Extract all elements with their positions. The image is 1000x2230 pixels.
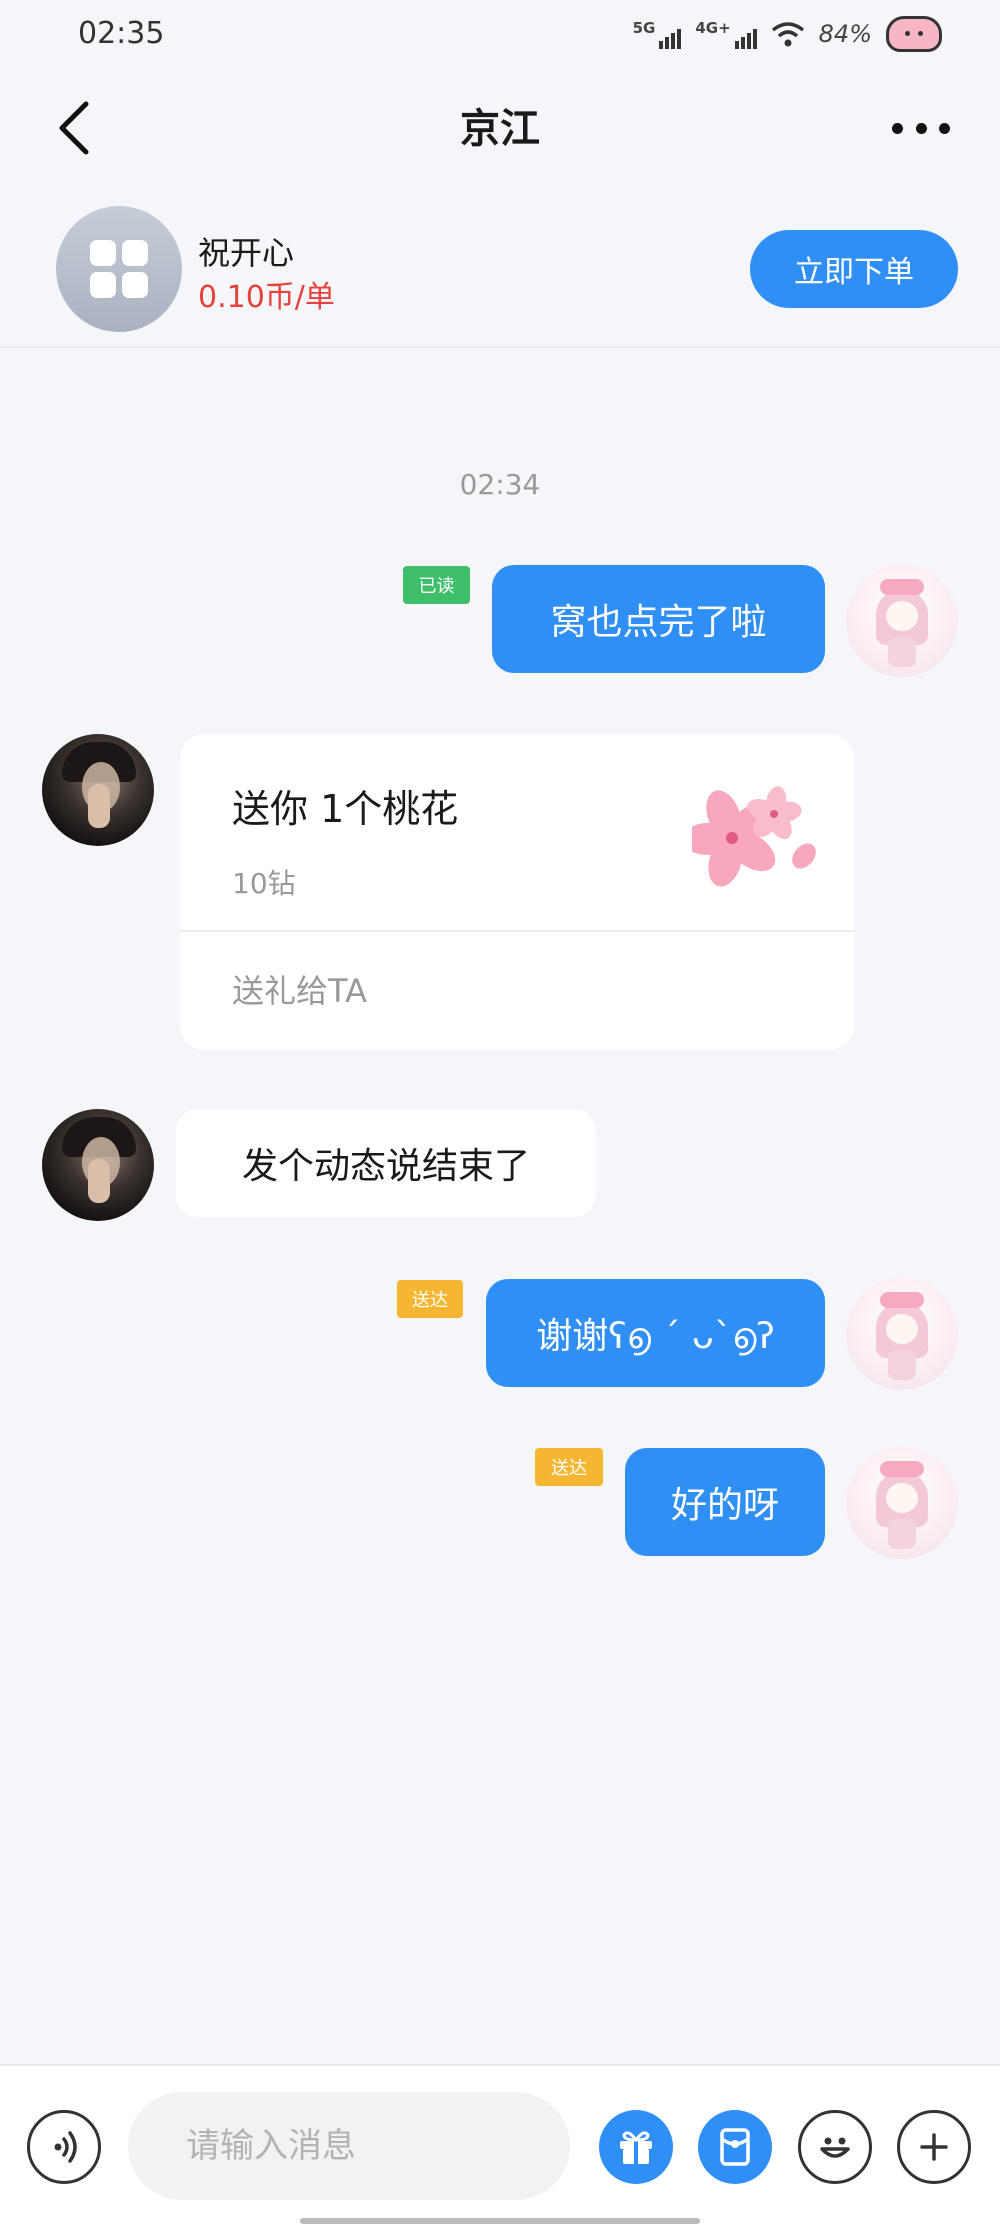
my-avatar[interactable]	[846, 565, 958, 677]
voice-button[interactable]	[27, 2110, 101, 2184]
signal-4g-icon: 4G+	[695, 19, 757, 49]
more-icon	[892, 122, 903, 134]
red-packet-icon	[720, 2128, 750, 2166]
status-icons: 5G 4G+ 84%	[633, 16, 942, 52]
more-button[interactable]	[886, 108, 956, 148]
order-now-button[interactable]: 立即下单	[750, 230, 958, 308]
read-status-badge: 已读	[403, 566, 470, 604]
contact-avatar[interactable]	[42, 1109, 154, 1221]
service-name: 祝开心	[198, 234, 295, 272]
gift-icon	[620, 2131, 652, 2164]
message-bubble[interactable]: 谢谢ʕ൭ ´ ᴗ`൭ʔ	[486, 1279, 825, 1387]
delivered-status-badge: 送达	[535, 1448, 603, 1486]
my-avatar[interactable]	[846, 1447, 958, 1559]
gift-title: 送你 1个桃花	[232, 787, 459, 831]
gift-price: 10钻	[232, 867, 296, 900]
chat-timestamp: 02:34	[459, 468, 541, 501]
apps-icon	[90, 240, 148, 298]
wifi-icon	[771, 22, 804, 47]
gift-button[interactable]	[599, 2110, 673, 2184]
service-avatar	[56, 206, 182, 332]
pet-icon	[886, 16, 942, 52]
plus-button[interactable]	[897, 2110, 971, 2184]
service-price: 0.10币/单	[198, 280, 335, 315]
message-input[interactable]	[128, 2092, 570, 2200]
emoji-button[interactable]	[798, 2110, 872, 2184]
delivered-status-badge: 送达	[397, 1280, 463, 1318]
peach-blossom-icon	[692, 786, 816, 887]
gift-divider	[180, 930, 854, 932]
voice-icon	[54, 2131, 77, 2163]
network-5g-label: 5G	[632, 19, 656, 37]
home-indicator	[300, 2218, 700, 2224]
red-packet-button[interactable]	[698, 2110, 772, 2184]
send-gift-link[interactable]: 送礼给TA	[232, 966, 367, 1012]
my-avatar[interactable]	[846, 1278, 958, 1390]
contact-avatar[interactable]	[42, 734, 154, 846]
network-4g-label: 4G+	[695, 19, 731, 37]
emoji-icon	[820, 2137, 850, 2158]
battery-percent: 84%	[818, 20, 872, 48]
page-title: 京江	[460, 106, 540, 152]
message-bubble[interactable]: 好的呀	[625, 1448, 825, 1556]
gift-card[interactable]: 送你 1个桃花 10钻 送礼给TA	[180, 734, 854, 1050]
message-bubble[interactable]: 发个动态说结束了	[176, 1109, 596, 1217]
status-time: 02:35	[78, 16, 165, 51]
message-bubble[interactable]: 窝也点完了啦	[492, 565, 825, 673]
plus-icon	[920, 2133, 948, 2161]
signal-5g-icon: 5G	[633, 19, 682, 49]
